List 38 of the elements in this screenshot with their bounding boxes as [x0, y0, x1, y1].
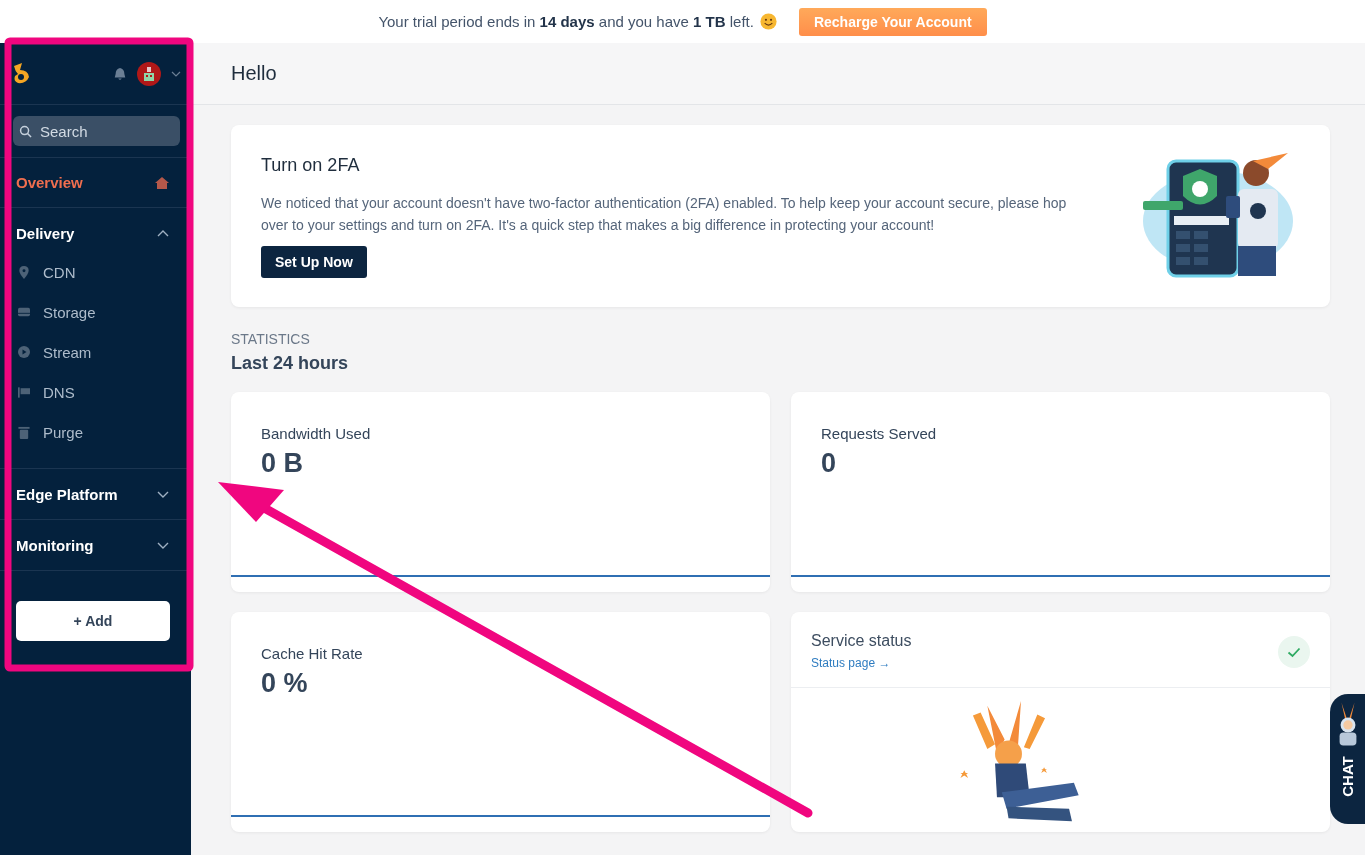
- nav-group-toggle[interactable]: Edge Platform: [16, 485, 118, 503]
- setup-button[interactable]: Set Up Now: [261, 245, 367, 278]
- add-button[interactable]: + Add: [16, 601, 170, 641]
- metric-label: Requests Served: [820, 425, 938, 442]
- card-title: Service status: [811, 632, 912, 650]
- nav-group-toggle[interactable]: Delivery: [16, 224, 75, 242]
- nav-link[interactable]: Purge: [43, 423, 84, 441]
- avatar-icon[interactable]: [137, 61, 161, 86]
- card-title: Turn on 2FA: [261, 154, 361, 176]
- chat-label: CHAT: [1339, 756, 1356, 797]
- nav-link[interactable]: Overview: [16, 174, 83, 191]
- trash-icon: [18, 425, 30, 439]
- nav-link[interactable]: Storage: [43, 303, 96, 321]
- home-icon: [155, 176, 169, 189]
- metric-label: Bandwidth Used: [260, 425, 372, 442]
- bell-icon[interactable]: [113, 66, 127, 81]
- section-label: STATISTICS: [231, 331, 311, 347]
- nav-link[interactable]: CDN: [43, 263, 76, 281]
- smiley-icon: [759, 13, 777, 30]
- metric-value: 0 B: [260, 448, 305, 479]
- play-icon: [18, 346, 30, 358]
- search-field[interactable]: Search: [13, 116, 180, 146]
- nav-group-toggle[interactable]: Monitoring: [16, 536, 94, 554]
- flag-icon: [18, 386, 30, 398]
- page-title: Hello: [231, 62, 277, 85]
- status-page-link[interactable]: Status page →: [811, 656, 891, 670]
- metric-value: 0 %: [260, 668, 309, 699]
- metric-label: Cache Hit Rate: [260, 645, 364, 662]
- drive-icon: [18, 307, 30, 317]
- card-description: We noticed that your account doesn't have two-factor authentication (2FA) enabled. To help keep your account secure, please hop over to your settings and turn on 2FA. It's a quick step that makes a big difference in protecting your account!: [261, 193, 1068, 235]
- map-pin-icon: [18, 265, 30, 279]
- nav-link[interactable]: Stream: [43, 343, 92, 361]
- trial-message: Your trial period ends in 14 days and you have 1 TB left.: [378, 13, 754, 30]
- nav-link[interactable]: DNS: [43, 383, 75, 401]
- metric-value: 0: [820, 448, 838, 479]
- section-title: Last 24 hours: [231, 353, 350, 374]
- chat-tab[interactable]: CHAT: [1330, 694, 1365, 824]
- chevron-down-icon[interactable]: [171, 70, 181, 77]
